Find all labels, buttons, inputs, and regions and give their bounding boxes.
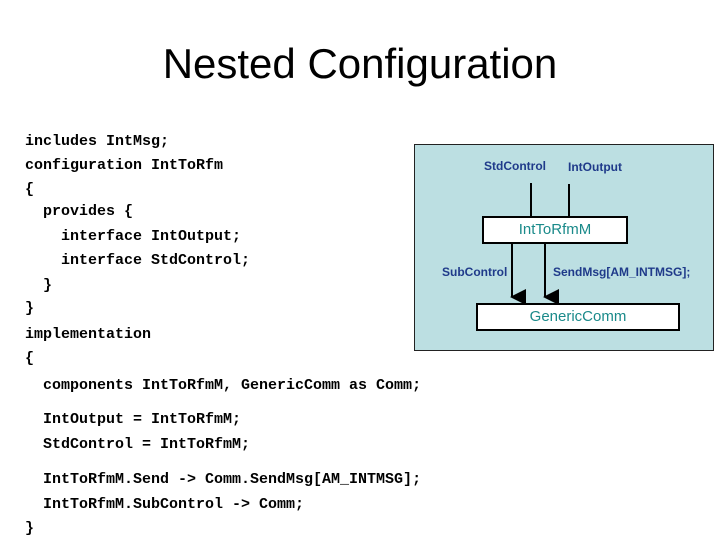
- stdcontrol-label: StdControl: [484, 159, 546, 173]
- sendmsg-label: SendMsg[AM_INTMSG];: [553, 265, 691, 279]
- component-box-genericcomm: GenericComm: [476, 303, 680, 331]
- module-box-inttorfmm: IntToRfmM: [482, 216, 628, 244]
- subcontrol-label: SubControl: [442, 265, 508, 279]
- intoutput-label: IntOutput: [568, 160, 622, 174]
